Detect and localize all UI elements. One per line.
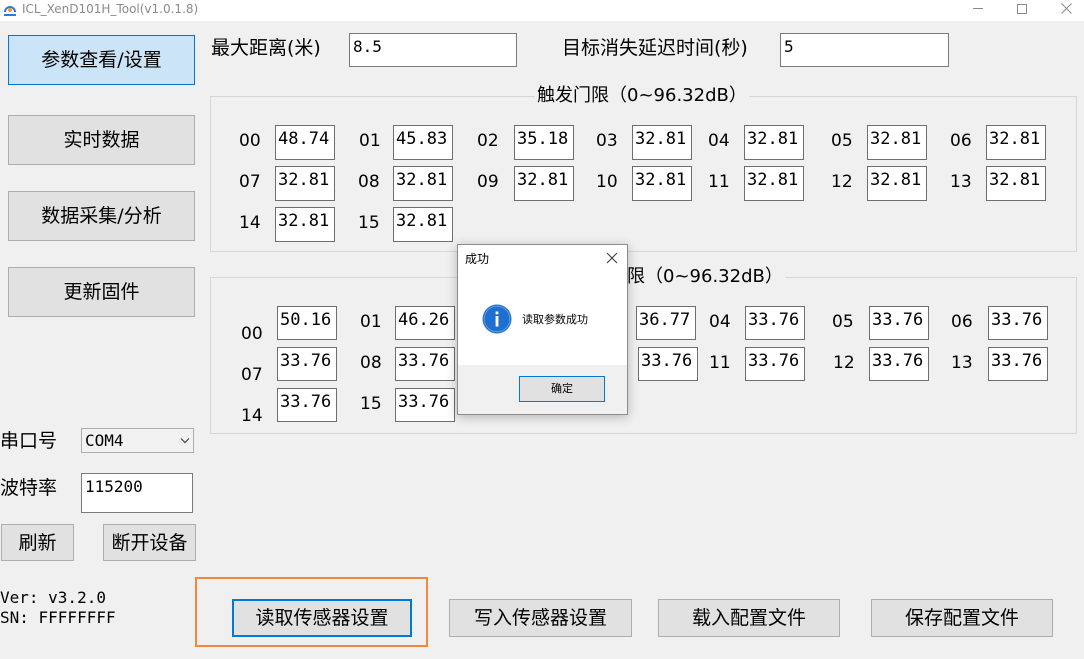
port-select-value: COM4 xyxy=(85,431,124,450)
dialog-title: 成功 xyxy=(465,252,490,266)
gate-label: 05 xyxy=(831,131,853,151)
dialog-ok-button[interactable]: 确定 xyxy=(519,376,605,402)
baud-label: 波特率 xyxy=(0,477,58,499)
close-button[interactable] xyxy=(1051,0,1081,17)
disappear-delay-input[interactable]: 5 xyxy=(780,33,949,67)
gate-label: 06 xyxy=(951,312,973,332)
load-config-button[interactable]: 载入配置文件 xyxy=(658,599,840,637)
port-select[interactable]: COM4 xyxy=(81,428,194,453)
close-icon[interactable] xyxy=(606,252,618,264)
trigger-gate-input[interactable]: 32.81 xyxy=(867,166,927,201)
trigger-gate-input[interactable]: 32.81 xyxy=(275,207,335,242)
nav-collect-button[interactable]: 数据采集/分析 xyxy=(8,191,195,241)
minimize-button[interactable] xyxy=(963,0,993,17)
second-gate-input[interactable]: 33.76 xyxy=(395,347,455,381)
nav-firmware-button[interactable]: 更新固件 xyxy=(8,267,195,317)
second-gate-input[interactable]: 50.16 xyxy=(277,306,337,340)
maximize-button[interactable] xyxy=(1007,0,1037,17)
gate-label: 11 xyxy=(709,353,731,373)
max-distance-label: 最大距离(米) xyxy=(211,37,321,59)
maximize-icon xyxy=(1017,3,1027,14)
gate-label: 13 xyxy=(950,172,972,192)
trigger-gate-input[interactable]: 32.81 xyxy=(632,125,692,160)
gate-label: 13 xyxy=(951,353,973,373)
gate-label: 01 xyxy=(359,131,381,151)
second-gate-input[interactable]: 36.77 xyxy=(636,306,696,340)
second-gate-input[interactable]: 33.76 xyxy=(988,347,1048,381)
success-dialog: 成功 读取参数成功 确定 xyxy=(457,244,628,415)
gate-label: 08 xyxy=(360,353,382,373)
second-gate-input[interactable]: 33.76 xyxy=(869,306,929,340)
gate-label: 07 xyxy=(241,365,263,385)
gate-label: 02 xyxy=(477,131,499,151)
gate-label: 08 xyxy=(358,172,380,192)
trigger-gate-input[interactable]: 35.18 xyxy=(514,125,574,160)
sn-text: SN: FFFFFFFF xyxy=(0,608,116,627)
gate-label: 07 xyxy=(239,172,261,192)
gate-label: 12 xyxy=(833,353,855,373)
gate-label: 01 xyxy=(360,312,382,332)
trigger-gate-input[interactable]: 32.81 xyxy=(514,166,574,201)
max-distance-input[interactable]: 8.5 xyxy=(349,33,517,67)
gate-label: 04 xyxy=(709,312,731,332)
nav-realtime-button[interactable]: 实时数据 xyxy=(8,115,195,165)
trigger-gate-input[interactable]: 32.81 xyxy=(393,166,453,201)
gate-label: 05 xyxy=(832,312,854,332)
minimize-icon xyxy=(973,8,983,9)
trigger-gate-input[interactable]: 45.83 xyxy=(393,125,453,160)
refresh-button[interactable]: 刷新 xyxy=(1,524,74,561)
dialog-message: 读取参数成功 xyxy=(522,313,588,326)
trigger-gate-input[interactable]: 32.81 xyxy=(986,125,1046,160)
disappear-delay-label: 目标消失延迟时间(秒) xyxy=(562,37,748,59)
trigger-gate-input[interactable]: 32.81 xyxy=(986,166,1046,201)
save-config-button[interactable]: 保存配置文件 xyxy=(871,599,1053,637)
trigger-gate-input[interactable]: 32.81 xyxy=(393,207,453,242)
gate-label: 00 xyxy=(239,131,261,151)
second-gate-input[interactable]: 33.76 xyxy=(277,347,337,381)
gate-label: 09 xyxy=(477,172,499,192)
trigger-gate-input[interactable]: 32.81 xyxy=(744,166,804,201)
trigger-gate-input[interactable]: 32.81 xyxy=(744,125,804,160)
second-gate-input[interactable]: 46.26 xyxy=(395,306,455,340)
write-sensor-settings-button[interactable]: 写入传感器设置 xyxy=(449,599,632,637)
gate-label: 15 xyxy=(358,213,380,233)
version-text: Ver: v3.2.0 xyxy=(0,588,106,607)
port-label: 串口号 xyxy=(0,430,58,452)
chevron-down-icon xyxy=(180,438,190,444)
second-gate-input[interactable]: 33.76 xyxy=(745,306,805,340)
gate-label: 00 xyxy=(241,324,263,344)
disconnect-button[interactable]: 断开设备 xyxy=(103,524,196,561)
gate-label: 06 xyxy=(950,131,972,151)
title-bar: ICL_XenD101H_Tool(v1.0.1.8) xyxy=(0,0,1084,21)
close-icon xyxy=(1060,3,1072,14)
gate-label: 14 xyxy=(241,406,263,426)
trigger-gate-input[interactable]: 32.81 xyxy=(867,125,927,160)
second-gate-input[interactable]: 33.76 xyxy=(277,388,337,422)
app-logo-icon xyxy=(4,6,16,16)
second-gate-input[interactable]: 33.76 xyxy=(638,347,698,381)
gate-label: 10 xyxy=(596,172,618,192)
window-title: ICL_XenD101H_Tool(v1.0.1.8) xyxy=(22,2,199,16)
second-gate-input[interactable]: 33.76 xyxy=(869,347,929,381)
trigger-threshold-title: 触发门限（0~96.32dB） xyxy=(535,85,749,106)
gate-label: 03 xyxy=(596,131,618,151)
read-sensor-settings-button[interactable]: 读取传感器设置 xyxy=(232,599,412,637)
info-icon xyxy=(482,304,512,334)
trigger-gate-input[interactable]: 48.74 xyxy=(275,125,335,160)
gate-label: 11 xyxy=(708,172,730,192)
second-gate-input[interactable]: 33.76 xyxy=(745,347,805,381)
gate-label: 12 xyxy=(831,172,853,192)
gate-label: 15 xyxy=(360,394,382,414)
nav-params-button[interactable]: 参数查看/设置 xyxy=(8,35,195,85)
gate-label: 14 xyxy=(239,213,261,233)
second-threshold-title: 限（0~96.32dB） xyxy=(625,266,785,287)
baud-input[interactable]: 115200 xyxy=(81,473,193,513)
gate-label: 04 xyxy=(708,131,730,151)
second-gate-input[interactable]: 33.76 xyxy=(988,306,1048,340)
trigger-gate-input[interactable]: 32.81 xyxy=(632,166,692,201)
trigger-gate-input[interactable]: 32.81 xyxy=(275,166,335,201)
second-gate-input[interactable]: 33.76 xyxy=(395,388,455,422)
